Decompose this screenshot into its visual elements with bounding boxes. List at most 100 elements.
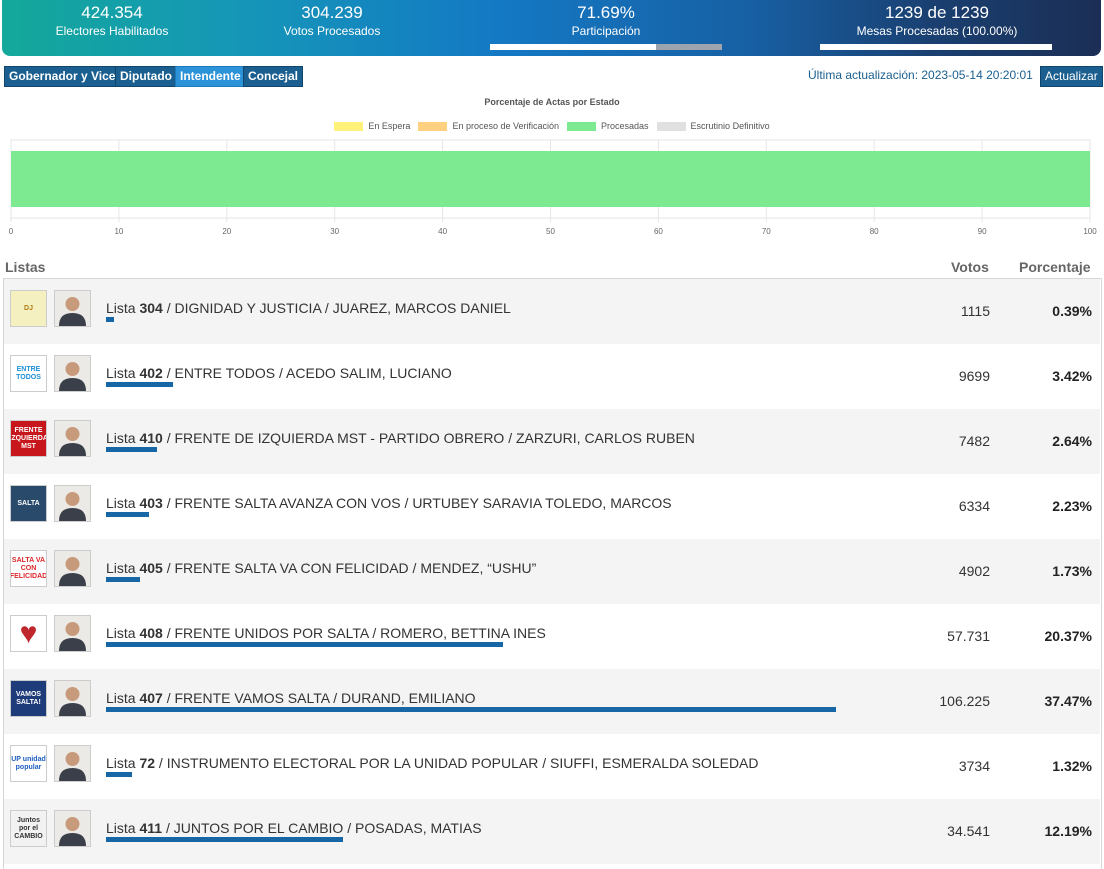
result-row[interactable]: Juntos por el CAMBIO Lista 411 / JUNTOS P… xyxy=(4,799,1100,864)
x-tick-label: 100 xyxy=(1083,227,1097,236)
list-prefix: Lista xyxy=(106,365,140,381)
x-tick-label: 80 xyxy=(870,227,879,236)
legend-item[interactable]: Procesadas xyxy=(567,121,649,131)
list-prefix: Lista xyxy=(106,560,140,576)
candidate-photo xyxy=(54,290,91,327)
tab-concejal[interactable]: Concejal xyxy=(243,66,304,87)
vote-percent: 1.73% xyxy=(1052,563,1092,579)
party-name: FRENTE SALTA VA CON FELICIDAD xyxy=(174,560,409,576)
vote-percent: 0.39% xyxy=(1052,303,1092,319)
tab-diputado[interactable]: Diputado xyxy=(115,66,177,87)
column-header-percent: Porcentaje xyxy=(1019,259,1091,275)
legend-item[interactable]: En Espera xyxy=(334,121,410,131)
stat-mesas: 1239 de 1239 Mesas Procesadas (100.00%) xyxy=(820,3,1054,39)
separator: / xyxy=(275,365,287,381)
party-logo: UP unidad popular xyxy=(10,745,47,782)
separator: / xyxy=(368,625,381,641)
vote-count: 1115 xyxy=(960,303,990,319)
candidate-name: ROMERO, BETTINA INES xyxy=(380,625,546,641)
separator: / xyxy=(504,430,516,446)
vote-percent: 37.47% xyxy=(1044,693,1092,709)
vote-percent: 2.23% xyxy=(1052,498,1092,514)
candidate-name: MENDEZ, “USHU” xyxy=(420,560,537,576)
result-row[interactable]: SALTA Lista 403 / FRENTE SALTA AVANZA CON… xyxy=(4,474,1100,539)
party-name: DIGNIDAD Y JUSTICIA xyxy=(174,300,322,316)
party-name: FRENTE SALTA AVANZA CON VOS xyxy=(174,495,401,511)
vote-percent: 12.19% xyxy=(1044,823,1092,839)
list-prefix: Lista xyxy=(106,430,140,446)
result-row[interactable]: VAMOS SALTA! Lista 407 / FRENTE VAMOS SAL… xyxy=(4,669,1100,734)
candidate-name: POSADAS, MATIAS xyxy=(355,820,482,836)
list-description: Lista 72 / INSTRUMENTO ELECTORAL POR LA … xyxy=(106,755,759,771)
result-row[interactable]: DJ Lista 304 / DIGNIDAD Y JUSTICIA / JUAR… xyxy=(4,279,1100,344)
party-logo-text: ENTRE TODOS xyxy=(16,365,41,381)
party-logo-text: SALTA xyxy=(17,499,40,507)
tab-intendente[interactable]: Intendente xyxy=(175,66,246,87)
stat-label: Mesas Procesadas (100.00%) xyxy=(856,24,1018,38)
candidate-photo xyxy=(54,485,91,522)
bar-segment xyxy=(11,151,1090,207)
legend-label: En proceso de Verificación xyxy=(452,121,560,131)
list-prefix: Lista xyxy=(106,820,140,836)
list-description: Lista 407 / FRENTE VAMOS SALTA / DURAND,… xyxy=(106,690,476,706)
last-update-text: Última actualización: 2023-05-14 20:20:0… xyxy=(808,68,1033,82)
tab-gobernador[interactable]: Gobernador y Vice xyxy=(4,66,121,87)
party-logo-text: DJ xyxy=(24,304,33,312)
stat-votos: 304.239 Votos Procesados xyxy=(252,3,412,39)
vote-share-bar xyxy=(106,382,173,387)
result-row[interactable]: ENTRE TODOS Lista 402 / ENTRE TODOS / ACE… xyxy=(4,344,1100,409)
candidate-photo xyxy=(54,615,91,652)
participation-progress-bar xyxy=(490,44,722,50)
separator: / xyxy=(162,365,175,381)
vote-share-bar xyxy=(106,447,158,452)
result-row[interactable]: SALTA VA CON FELICIDAD Lista 405 / FRENTE… xyxy=(4,539,1100,604)
chart-legend: En Espera En proceso de Verificación Pro… xyxy=(0,121,1104,131)
separator: / xyxy=(162,495,175,511)
party-logo-text: Juntos por el CAMBIO xyxy=(14,816,43,840)
candidate-photo xyxy=(54,420,91,457)
legend-item[interactable]: En proceso de Verificación xyxy=(418,121,559,131)
summary-header: 424.354 Electores Habilitados 304.239 Vo… xyxy=(2,0,1101,56)
candidate-name: SIUFFI, ESMERALDA SOLEDAD xyxy=(550,755,759,771)
party-logo-text: FRENTE IZQUIERDA MST xyxy=(10,426,47,450)
list-prefix: Lista xyxy=(106,300,140,316)
stat-label: Votos Procesados xyxy=(283,24,381,38)
refresh-button[interactable]: Actualizar xyxy=(1040,66,1103,87)
list-number: 410 xyxy=(139,430,163,446)
x-tick-label: 10 xyxy=(114,227,123,236)
candidate-photo xyxy=(54,355,91,392)
result-row[interactable]: ♥ Lista 408 / FRENTE UNIDOS POR SALTA / R… xyxy=(4,604,1100,669)
candidate-photo xyxy=(54,680,91,717)
legend-item[interactable]: Escrutinio Definitivo xyxy=(656,121,770,131)
party-name: INSTRUMENTO ELECTORAL POR LA UNIDAD POPU… xyxy=(166,755,539,771)
column-header-lists: Listas xyxy=(5,259,46,275)
party-name: FRENTE DE IZQUIERDA MST - PARTIDO OBRERO xyxy=(174,430,505,446)
party-logo: Juntos por el CAMBIO xyxy=(10,810,47,847)
result-row[interactable]: UP unidad popular Lista 72 / INSTRUMENTO … xyxy=(4,734,1100,799)
x-tick-label: 50 xyxy=(546,227,555,236)
vote-count: 34.541 xyxy=(947,823,990,839)
party-logo-text: VAMOS SALTA! xyxy=(15,690,42,706)
stat-participacion: 71.69% Participación xyxy=(490,3,722,39)
separator: / xyxy=(408,560,421,576)
legend-label: Procesadas xyxy=(601,121,649,131)
vote-count: 7482 xyxy=(958,433,990,449)
list-number: 407 xyxy=(139,690,163,706)
acts-state-chart: 0 10 20 30 40 50 60 70 80 90 100 xyxy=(9,139,1097,236)
progress-fill xyxy=(820,44,1052,50)
legend-label: Escrutinio Definitivo xyxy=(690,121,770,131)
column-header-votes: Votos xyxy=(951,259,989,275)
candidate-name: URTUBEY SARAVIA TOLEDO, MARCOS xyxy=(412,495,672,511)
vote-share-bar xyxy=(106,707,836,712)
separator: / xyxy=(155,755,167,771)
party-logo: DJ xyxy=(10,290,47,327)
result-row[interactable]: FRENTE IZQUIERDA MST Lista 410 / FRENTE D… xyxy=(4,409,1100,474)
vote-percent: 3.42% xyxy=(1052,368,1092,384)
stat-value: 304.239 xyxy=(301,3,363,22)
candidate-photo xyxy=(54,810,91,847)
list-description: Lista 408 / FRENTE UNIDOS POR SALTA / RO… xyxy=(106,625,546,641)
vote-count: 4902 xyxy=(958,563,990,579)
vote-share-bar xyxy=(106,837,344,842)
party-logo: FRENTE IZQUIERDA MST xyxy=(10,420,47,457)
vote-share-bar xyxy=(106,512,150,517)
